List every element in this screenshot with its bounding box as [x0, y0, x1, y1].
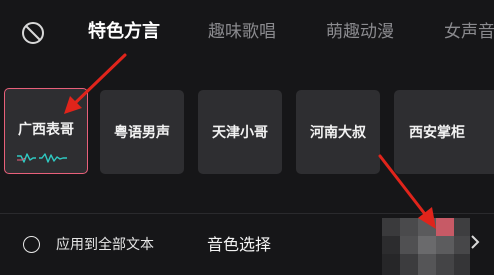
voice-card-label: 河南大叔	[310, 125, 366, 141]
audio-wave-icon	[17, 150, 67, 164]
voice-card-tianjin[interactable]: 天津小哥	[198, 90, 282, 174]
voice-card-label: 广西表哥	[18, 122, 74, 138]
voice-card-label: 西安掌柜	[409, 125, 465, 141]
chevron-right-icon[interactable]	[470, 234, 480, 250]
pixelated-redaction	[382, 218, 470, 275]
voice-card-label: 天津小哥	[212, 125, 268, 141]
apply-to-all-text-label[interactable]: 应用到全部文本	[56, 235, 154, 255]
voice-card-list: 广西表哥 粤语男声 天津小哥 河南大叔 西安掌柜	[0, 86, 494, 178]
tab-female-voice[interactable]: 女声音	[444, 19, 494, 45]
voice-changer-panel: 特色方言 趣味歌唱 萌趣动漫 女声音 广西表哥 粤语男声 天津小哥 河南大叔 西…	[0, 0, 494, 275]
voice-card-cantonese[interactable]: 粤语男声	[100, 90, 184, 174]
tab-dialect[interactable]: 特色方言	[88, 19, 160, 45]
voice-card-label: 粤语男声	[114, 125, 170, 141]
no-voice-icon[interactable]	[21, 21, 45, 45]
voice-category-tabs: 特色方言 趣味歌唱 萌趣动漫 女声音	[0, 0, 494, 66]
voice-card-henan[interactable]: 河南大叔	[296, 90, 380, 174]
tab-fun-singing[interactable]: 趣味歌唱	[208, 19, 276, 45]
tab-cute-anime[interactable]: 萌趣动漫	[326, 19, 394, 45]
voice-card-xian[interactable]: 西安掌柜	[394, 90, 494, 174]
voice-select-title: 音色选择	[207, 235, 272, 254]
radio-button-icon[interactable]	[23, 236, 40, 253]
voice-card-guangxi[interactable]: 广西表哥	[4, 88, 88, 174]
